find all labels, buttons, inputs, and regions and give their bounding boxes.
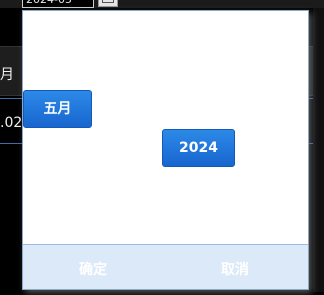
calendar-icon[interactable] [98,0,118,7]
background-row-value: .02 [0,115,23,131]
picker-wheels[interactable]: 五月 2024 [23,11,308,244]
picker-footer: 确定 取消 [23,244,308,289]
cancel-button[interactable]: 取消 [195,245,275,289]
month-selector[interactable]: 五月 [23,90,92,128]
background-scrollbar [313,8,324,292]
year-selector[interactable]: 2024 [162,129,235,167]
confirm-button[interactable]: 确定 [53,245,133,289]
date-picker-dialog: 五月 2024 确定 取消 [22,10,309,290]
background-row-label: 月 [0,67,14,83]
background-date-field[interactable]: 2024-05 [22,0,94,8]
